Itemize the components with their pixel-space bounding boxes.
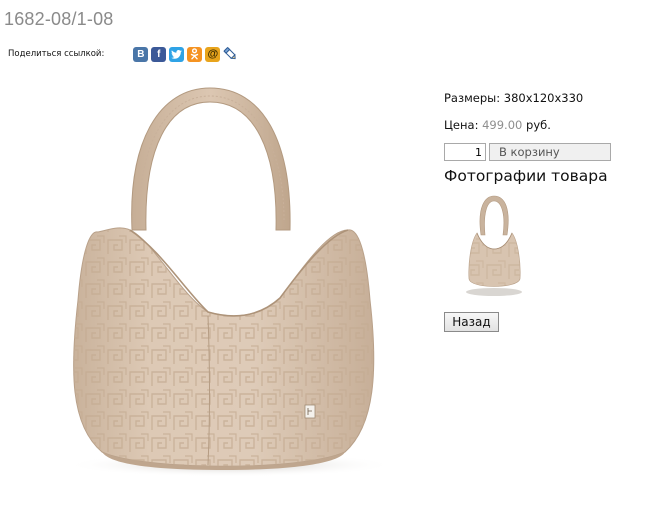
share-label: Поделиться ссылкой: xyxy=(8,49,105,59)
twitter-icon[interactable] xyxy=(169,46,185,62)
product-thumbnail[interactable] xyxy=(463,193,525,297)
facebook-icon[interactable]: f xyxy=(151,46,167,62)
buy-row: В корзину xyxy=(444,143,611,161)
product-main-photo[interactable] xyxy=(40,80,412,480)
size-line: Размеры: 380x120x330 xyxy=(444,91,583,105)
product-code: 1682-08/1-08 xyxy=(4,9,114,29)
add-to-cart-button[interactable]: В корзину xyxy=(489,143,611,161)
product-photos-heading: Фотографии товара xyxy=(444,167,608,185)
odnoklassniki-icon[interactable] xyxy=(187,46,203,62)
vkontakte-icon[interactable]: В xyxy=(133,46,149,62)
share-bar: Поделиться ссылкой: В f @ xyxy=(8,44,241,64)
size-value: 380x120x330 xyxy=(503,91,584,105)
price-value: 499.00 xyxy=(482,118,523,132)
livejournal-icon[interactable] xyxy=(223,46,238,62)
price-label: Цена: xyxy=(444,118,479,132)
size-label: Размеры: xyxy=(444,91,501,105)
price-line: Цена: 499.00 руб. xyxy=(444,118,551,132)
currency-label: руб. xyxy=(526,118,551,132)
quantity-input[interactable] xyxy=(444,143,486,161)
mail-ru-icon[interactable]: @ xyxy=(205,46,221,62)
back-button[interactable]: Назад xyxy=(444,312,499,332)
